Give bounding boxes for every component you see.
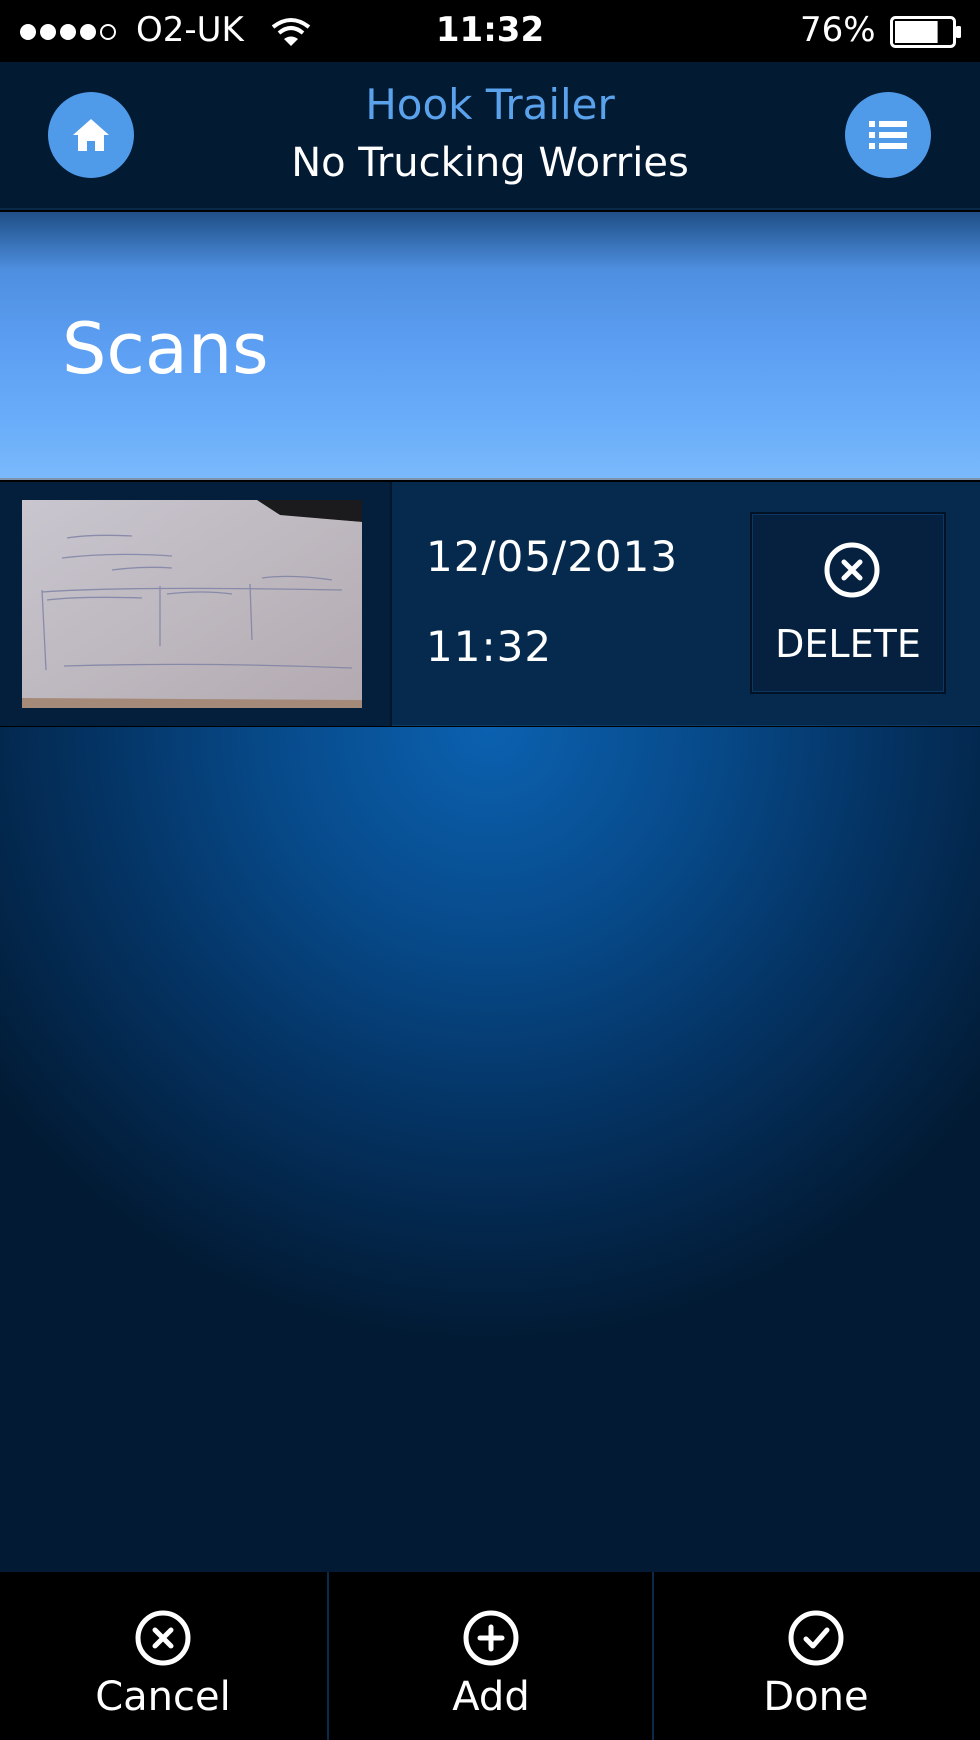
done-label: Done	[763, 1674, 869, 1720]
add-circle-plus-icon	[463, 1610, 519, 1666]
menu-button[interactable]	[845, 92, 931, 178]
done-circle-check-icon	[788, 1610, 844, 1666]
scan-list-empty-area	[0, 727, 980, 1572]
thumbnail-cell	[0, 482, 392, 726]
status-bar: O2-UK 11:32 76%	[0, 0, 980, 62]
delete-circle-x-icon	[824, 542, 880, 598]
battery-icon	[890, 16, 961, 48]
scan-thumbnail-image[interactable]	[22, 500, 362, 708]
add-label: Add	[452, 1674, 530, 1720]
app-title: Hook Trailer	[365, 80, 615, 129]
scans-banner: Scans	[0, 212, 980, 480]
app-subtitle: No Trucking Worries	[291, 140, 689, 186]
cancel-button[interactable]: Cancel	[0, 1572, 326, 1740]
delete-button[interactable]: DELETE	[750, 512, 946, 694]
cancel-label: Cancel	[95, 1674, 231, 1720]
done-button[interactable]: Done	[652, 1572, 978, 1740]
battery-percentage: 76%	[800, 10, 876, 50]
list-icon	[869, 121, 907, 149]
scan-date: 12/05/2013	[426, 532, 679, 581]
add-button[interactable]: Add	[327, 1572, 653, 1740]
page-title: Scans	[62, 308, 269, 390]
scan-time: 11:32	[426, 622, 553, 671]
bottom-toolbar: Cancel Add Done	[0, 1572, 980, 1740]
app-header: Hook Trailer No Trucking Worries	[0, 62, 980, 210]
scan-list-item[interactable]: 12/05/2013 11:32 DELETE	[0, 482, 980, 726]
delete-label: DELETE	[775, 622, 921, 666]
cancel-circle-x-icon	[135, 1610, 191, 1666]
